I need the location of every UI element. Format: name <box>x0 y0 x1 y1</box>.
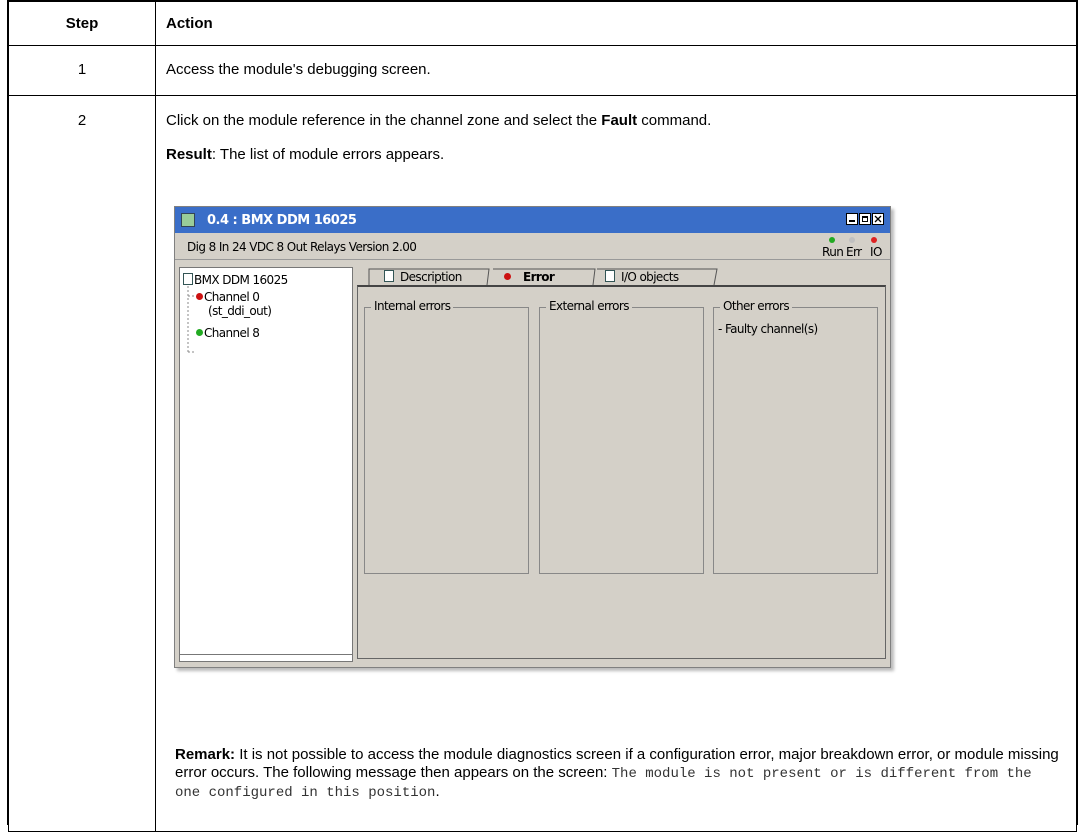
close-icon <box>874 215 882 223</box>
tree-divider <box>180 654 352 655</box>
module-tree: BMX DDM 16025 Channel 0 (st_ddi_out) Cha… <box>179 267 353 662</box>
io-label: IO <box>870 245 882 259</box>
tree-item-channel-8[interactable]: Channel 8 <box>196 326 260 340</box>
window-title: 0.4 : BMX DDM 16025 <box>207 212 357 228</box>
action-text: Click on the module reference in the cha… <box>166 112 1064 130</box>
result-description: : The list of module errors appears. <box>211 146 445 163</box>
action-text-pre: Click on the module reference in the cha… <box>166 112 602 129</box>
module-window: 0.4 : BMX DDM 16025 Dig 8 In 24 VDC 8 Ou… <box>174 206 891 668</box>
faulty-channels-text: - Faulty channel(s) <box>718 322 818 336</box>
remark-label: Remark: <box>175 746 236 763</box>
header-action: Action <box>155 1 1077 46</box>
module-icon <box>183 273 193 285</box>
step-number: 1 <box>8 45 156 96</box>
other-errors-title: Other errors <box>720 299 792 313</box>
result-text: Result: The list of module errors appear… <box>166 146 1064 164</box>
module-icon <box>181 213 195 227</box>
tree-root[interactable]: BMX DDM 16025 <box>183 273 288 287</box>
io-objects-icon <box>605 270 615 282</box>
error-status-icon <box>196 293 203 300</box>
close-button[interactable] <box>872 213 884 225</box>
module-description: Dig 8 In 24 VDC 8 Out Relays Version 2.0… <box>187 240 417 254</box>
minimize-button[interactable] <box>846 213 858 225</box>
remark-text: Remark: It is not possible to access the… <box>175 746 1065 802</box>
tab-description[interactable]: Description <box>384 267 462 287</box>
action-text-post: command. <box>637 112 712 129</box>
channel-0-subtitle: (st_ddi_out) <box>208 304 272 318</box>
tab-io-objects-label: I/O objects <box>621 270 679 284</box>
other-errors-group: Other errors - Faulty channel(s) <box>713 299 878 574</box>
table-row: 1 Access the module's debugging screen. <box>8 45 1077 96</box>
error-tab-icon <box>504 273 511 280</box>
step-number: 2 <box>8 95 156 832</box>
step-action: Access the module's debugging screen. <box>155 45 1077 96</box>
external-errors-group: External errors <box>539 299 704 574</box>
tree-item-channel-0[interactable]: Channel 0 <box>196 290 260 304</box>
remark-end: . <box>435 783 440 800</box>
module-info-bar: Dig 8 In 24 VDC 8 Out Relays Version 2.0… <box>175 233 890 260</box>
ok-status-icon <box>196 329 203 336</box>
channel-8-label: Channel 8 <box>204 326 260 340</box>
status-leds: Run Err IO <box>822 235 884 259</box>
tab-description-label: Description <box>400 270 462 284</box>
internal-errors-group: Internal errors <box>364 299 529 574</box>
run-led <box>829 237 835 243</box>
window-controls <box>846 213 884 225</box>
err-label: Err <box>846 245 862 259</box>
tab-error-label: Error <box>523 270 555 284</box>
maximize-button[interactable] <box>859 213 871 225</box>
channel-0-label: Channel 0 <box>204 290 260 304</box>
err-led <box>849 237 855 243</box>
result-label: Result <box>166 146 212 163</box>
header-step: Step <box>8 1 156 46</box>
tab-error[interactable]: Error <box>504 267 555 287</box>
run-label: Run <box>822 245 844 259</box>
tab-io-objects[interactable]: I/O objects <box>605 267 679 287</box>
tree-root-label: BMX DDM 16025 <box>194 273 288 287</box>
external-errors-title: External errors <box>546 299 632 313</box>
description-icon <box>384 270 394 282</box>
internal-errors-title: Internal errors <box>371 299 454 313</box>
fault-command-label: Fault <box>601 112 638 129</box>
window-titlebar: 0.4 : BMX DDM 16025 <box>175 207 890 233</box>
error-tab-panel: Internal errors External errors Other er… <box>357 285 886 659</box>
io-led <box>871 237 877 243</box>
table-header-row: Step Action <box>8 1 1077 46</box>
